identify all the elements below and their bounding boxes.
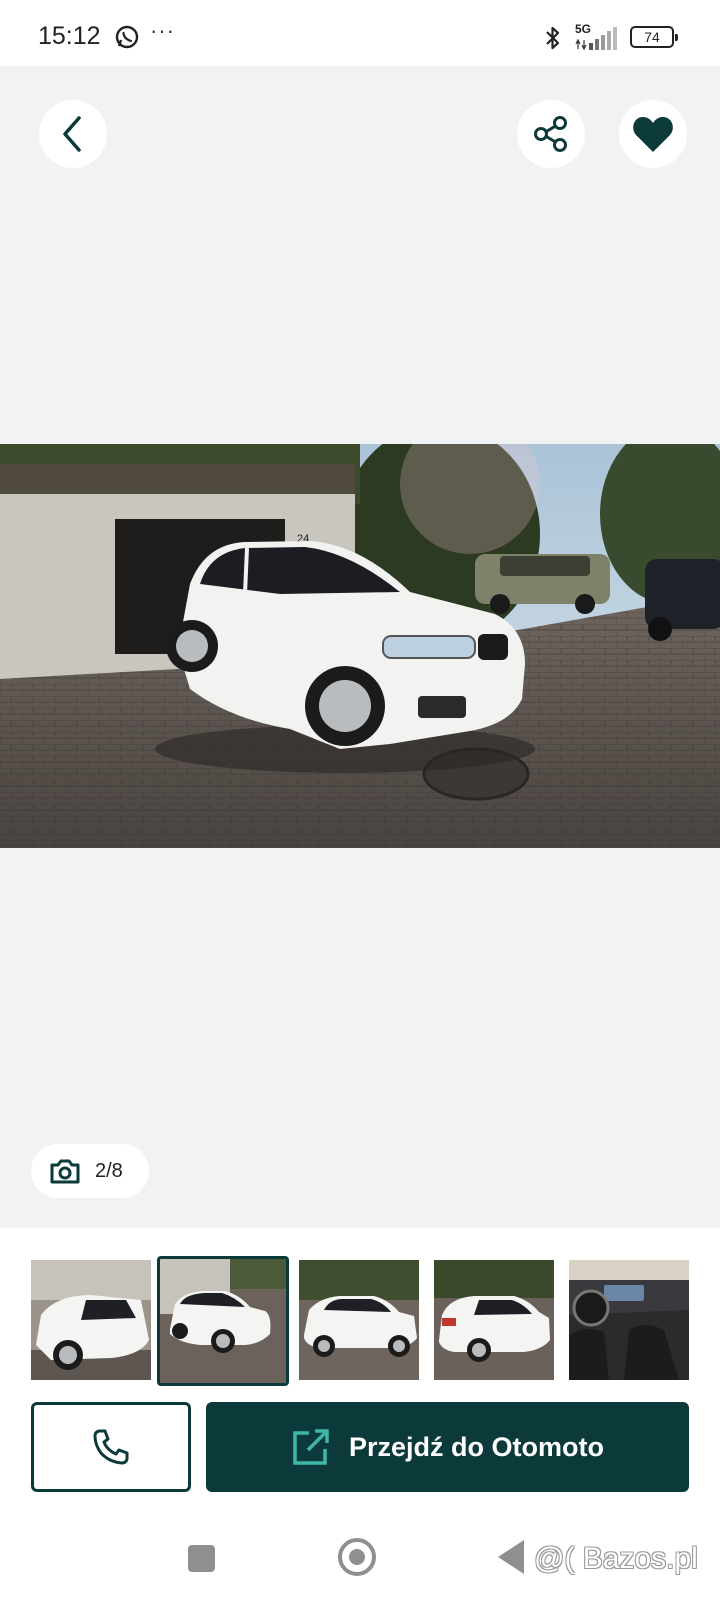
system-back-button[interactable] bbox=[498, 1540, 524, 1574]
battery-level: 74 bbox=[644, 29, 660, 45]
status-time: 15:12 bbox=[38, 22, 101, 50]
thumbnail-strip[interactable] bbox=[0, 1228, 720, 1388]
heart-icon bbox=[633, 117, 673, 152]
status-bar: 15:12 ··· 5G 74 bbox=[0, 0, 720, 66]
car-photo-image: 24 bbox=[0, 444, 720, 848]
photo-gallery[interactable]: 24 2/8 bbox=[0, 66, 720, 1228]
thumbnail-4[interactable] bbox=[434, 1260, 554, 1380]
photo-counter: 2/8 bbox=[31, 1144, 149, 1198]
thumbnail-image bbox=[569, 1260, 689, 1380]
bazos-watermark: @( Bazos.pl bbox=[534, 1542, 698, 1575]
thumbnail-image bbox=[160, 1259, 286, 1383]
signal-icon bbox=[575, 27, 617, 50]
bluetooth-icon bbox=[546, 26, 560, 50]
system-nav-bar: @( Bazos.pl bbox=[0, 1510, 720, 1600]
thumbnail-1[interactable] bbox=[31, 1260, 151, 1380]
go-to-otomoto-label: Przejdź do Otomoto bbox=[349, 1431, 604, 1462]
call-button[interactable] bbox=[31, 1402, 191, 1492]
whatsapp-icon bbox=[115, 25, 139, 49]
go-to-otomoto-button[interactable]: Przejdź do Otomoto bbox=[206, 1402, 689, 1492]
camera-icon bbox=[50, 1159, 80, 1184]
back-button[interactable] bbox=[39, 100, 107, 168]
thumbnail-3[interactable] bbox=[299, 1260, 419, 1380]
more-dots-icon: ··· bbox=[150, 18, 175, 43]
thumbnail-image bbox=[434, 1260, 554, 1380]
battery-indicator: 74 bbox=[630, 26, 678, 48]
main-car-photo[interactable]: 24 bbox=[0, 444, 720, 848]
phone-icon bbox=[93, 1429, 129, 1465]
thumbnail-5[interactable] bbox=[569, 1260, 689, 1380]
favorite-button[interactable] bbox=[619, 100, 687, 168]
home-button[interactable] bbox=[338, 1538, 376, 1576]
chevron-left-icon bbox=[63, 116, 81, 152]
thumbnail-image bbox=[31, 1260, 151, 1380]
share-icon bbox=[534, 116, 567, 152]
thumbnail-2[interactable] bbox=[157, 1256, 289, 1386]
external-link-icon bbox=[293, 1429, 329, 1465]
thumbnail-image bbox=[299, 1260, 419, 1380]
photo-counter-text: 2/8 bbox=[95, 1159, 123, 1182]
share-button[interactable] bbox=[517, 100, 585, 168]
recents-button[interactable] bbox=[188, 1545, 215, 1572]
